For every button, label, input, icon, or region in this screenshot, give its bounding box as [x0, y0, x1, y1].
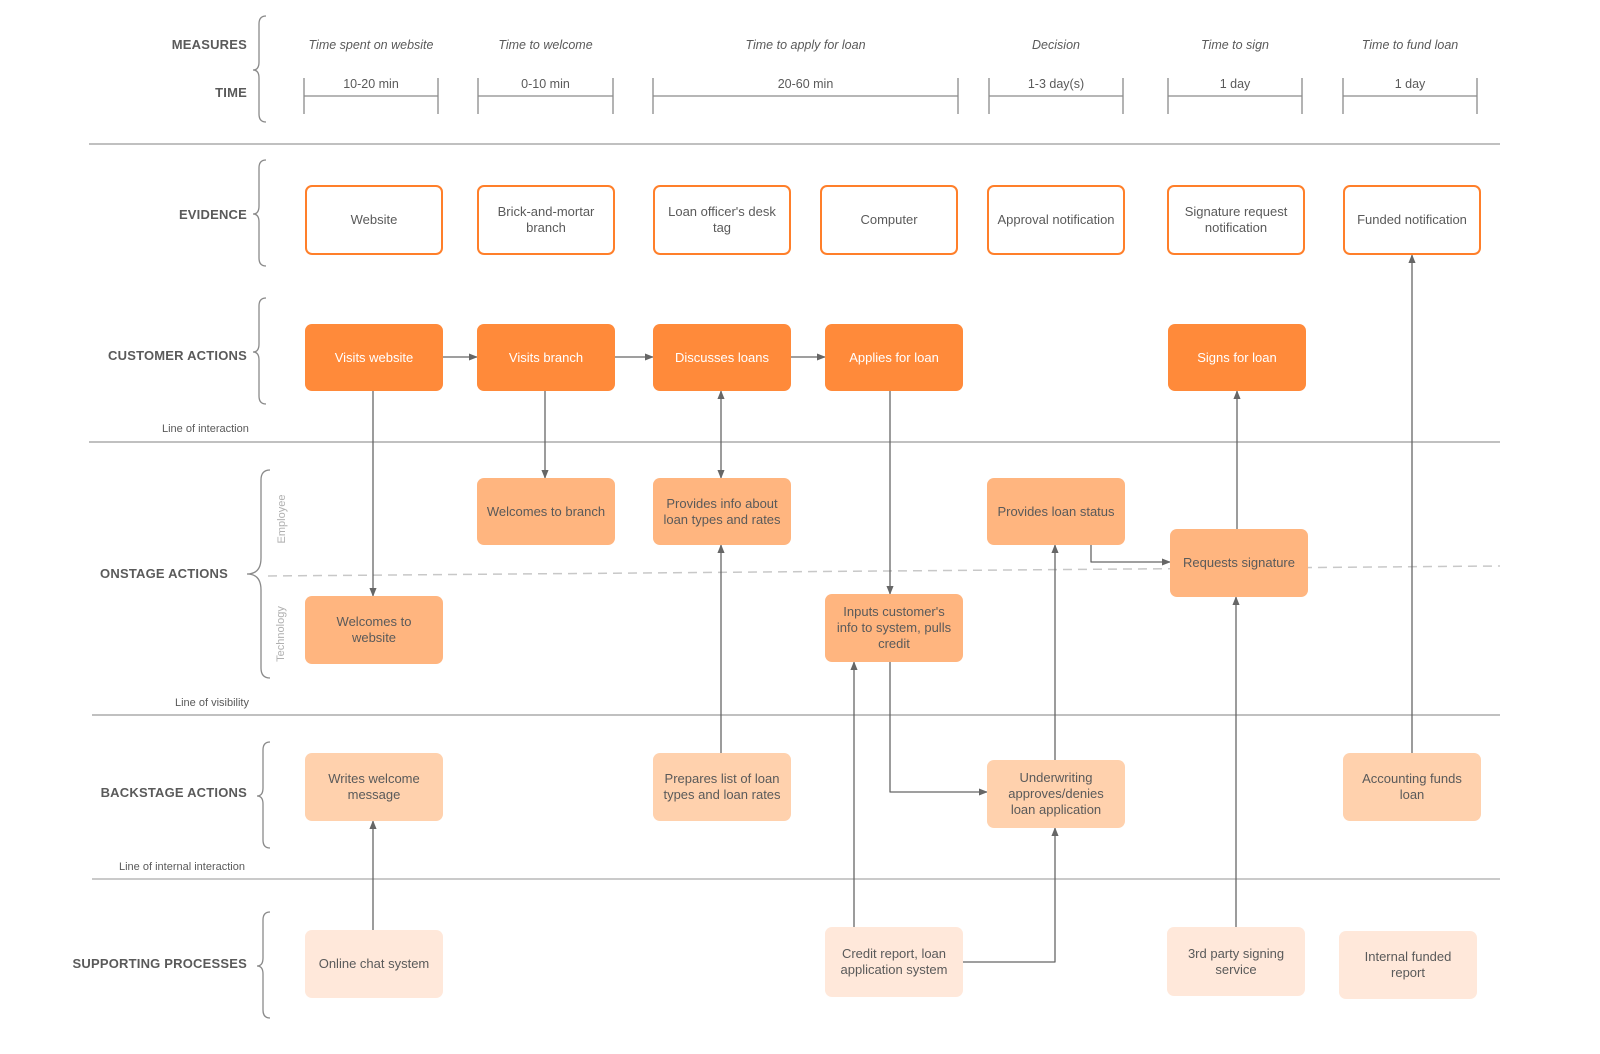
brace-supporting-processes — [256, 911, 271, 1019]
node-text: Loan officer's desk tag — [668, 204, 776, 235]
customer-action-ca-applies[interactable]: Applies for loan — [825, 324, 963, 391]
node-text: Accounting funds loan — [1362, 771, 1462, 802]
node-text: Prepares list of loan types and loan rat… — [663, 771, 781, 802]
brace-onstage-actions — [246, 469, 271, 679]
measure-label: Time spent on website — [308, 38, 434, 52]
support-process-sp-signing[interactable]: 3rd party signing service — [1167, 927, 1305, 996]
node-text: Brick-and-mortar branch — [497, 204, 595, 235]
line-label-visibility: Line of visibility — [175, 697, 249, 709]
lane-label-measures: MEASURES — [171, 37, 247, 52]
node-text: Website — [350, 212, 398, 227]
onstage-action-on-inputs-info[interactable]: Inputs customer's info to system, pulls … — [825, 594, 963, 662]
customer-action-ca-visits-website[interactable]: Visits website — [305, 324, 443, 391]
node-text: Internal funded report — [1364, 949, 1452, 980]
time-label: 10-20 min — [343, 77, 399, 91]
backstage-action-bs-accounting[interactable]: Accounting funds loan — [1343, 753, 1481, 821]
node-text: Applies for loan — [849, 349, 939, 365]
customer-action-ca-signs[interactable]: Signs for loan — [1168, 324, 1306, 391]
evidence-card-ev-funded[interactable]: Funded notification — [1343, 185, 1481, 255]
node-text: Writes welcome message — [328, 771, 420, 802]
node-text: Underwriting approves/denies loan applic… — [1008, 770, 1104, 817]
connector-layer — [89, 15, 1501, 1019]
time-label: 1 day — [1219, 77, 1251, 91]
connector-on-inputs-info-to-bs-underwriting — [889, 662, 988, 796]
brace-backstage-actions — [256, 741, 271, 849]
support-process-sp-credit[interactable]: Credit report, loan application system — [825, 927, 963, 997]
node-text: Inputs customer's info to system, pulls … — [836, 604, 952, 651]
measure-label: Decision — [1032, 38, 1080, 52]
measure-label: Time to fund loan — [1361, 38, 1459, 52]
onstage-action-on-welcomes-website[interactable]: Welcomes to website — [305, 596, 443, 664]
lane-label-customer-actions: CUSTOMER ACTIONS — [108, 348, 247, 363]
time-label: 1 day — [1394, 77, 1426, 91]
node-text: Online chat system — [318, 956, 430, 971]
backstage-action-bs-writes-welcome[interactable]: Writes welcome message — [305, 753, 443, 821]
lane-label-onstage-actions: ONSTAGE ACTIONS — [100, 566, 228, 581]
node-text: Funded notification — [1357, 212, 1467, 227]
support-process-sp-funded-report[interactable]: Internal funded report — [1339, 931, 1477, 999]
brace-customer-actions — [252, 297, 267, 405]
measure-label: Time to welcome — [498, 38, 593, 52]
evidence-card-ev-desk-tag[interactable]: Loan officer's desk tag — [653, 185, 791, 255]
node-text: Visits branch — [508, 349, 584, 365]
node-text: Visits website — [334, 349, 414, 365]
brace-measures-time — [252, 15, 267, 123]
node-text: Provides info about loan types and rates — [663, 495, 781, 527]
brace-evidence — [252, 159, 267, 267]
evidence-card-ev-signature[interactable]: Signature request notification — [1167, 185, 1305, 255]
backstage-action-bs-prepares-list[interactable]: Prepares list of loan types and loan rat… — [653, 753, 791, 821]
node-text: Welcomes to website — [336, 614, 412, 645]
lane-label-backstage-actions: BACKSTAGE ACTIONS — [100, 785, 247, 800]
node-text: Discusses loans — [675, 349, 769, 365]
evidence-card-ev-computer[interactable]: Computer — [820, 185, 958, 255]
evidence-card-ev-branch[interactable]: Brick-and-mortar branch — [477, 185, 615, 255]
lane-label-supporting-processes: SUPPORTING PROCESSES — [72, 956, 247, 971]
evidence-card-ev-approval[interactable]: Approval notification — [987, 185, 1125, 255]
time-label: 1-3 day(s) — [1027, 77, 1085, 91]
backstage-action-bs-underwriting[interactable]: Underwriting approves/denies loan applic… — [987, 760, 1125, 828]
line-label-internal-interaction: Line of internal interaction — [119, 861, 245, 873]
node-text: Welcomes to branch — [486, 503, 606, 519]
connector-sp-credit-to-bs-underwriting — [963, 827, 1059, 963]
measure-label: Time to sign — [1201, 38, 1269, 52]
measure-label: Time to apply for loan — [745, 38, 866, 52]
node-text: Provides loan status — [997, 503, 1115, 519]
onstage-action-on-provides-status[interactable]: Provides loan status — [987, 478, 1125, 545]
node-text: Approval notification — [997, 212, 1115, 227]
node-text: Signature request notification — [1184, 204, 1288, 235]
sublane-label-technology: Technology — [275, 606, 287, 662]
node-text: Signs for loan — [1197, 349, 1277, 365]
sublane-label-employee: Employee — [276, 494, 288, 544]
onstage-action-on-welcomes-branch[interactable]: Welcomes to branch — [477, 478, 615, 545]
onstage-action-on-provides-info[interactable]: Provides info about loan types and rates — [653, 478, 791, 545]
lane-label-time: TIME — [215, 85, 247, 100]
time-label: 0-10 min — [521, 77, 570, 91]
node-text: Computer — [860, 212, 918, 227]
customer-action-ca-discusses-loans[interactable]: Discusses loans — [653, 324, 791, 391]
service-blueprint-canvas: MEASURES TIME EVIDENCE CUSTOMER ACTIONS … — [0, 0, 1600, 1054]
node-text: Credit report, loan application system — [840, 946, 948, 977]
onstage-action-on-requests-signature[interactable]: Requests signature — [1170, 529, 1308, 597]
node-text: Requests signature — [1182, 555, 1295, 570]
onstage-sublane-divider — [267, 565, 1501, 577]
line-label-interaction: Line of interaction — [162, 423, 249, 435]
node-text: 3rd party signing service — [1187, 945, 1285, 977]
connector-on-provides-status-to-on-requests-signature — [1090, 545, 1171, 566]
support-process-sp-chat[interactable]: Online chat system — [305, 930, 443, 998]
evidence-card-ev-website[interactable]: Website — [305, 185, 443, 255]
time-label: 20-60 min — [777, 77, 834, 91]
lane-label-evidence: EVIDENCE — [178, 207, 247, 222]
customer-action-ca-visits-branch[interactable]: Visits branch — [477, 324, 615, 391]
